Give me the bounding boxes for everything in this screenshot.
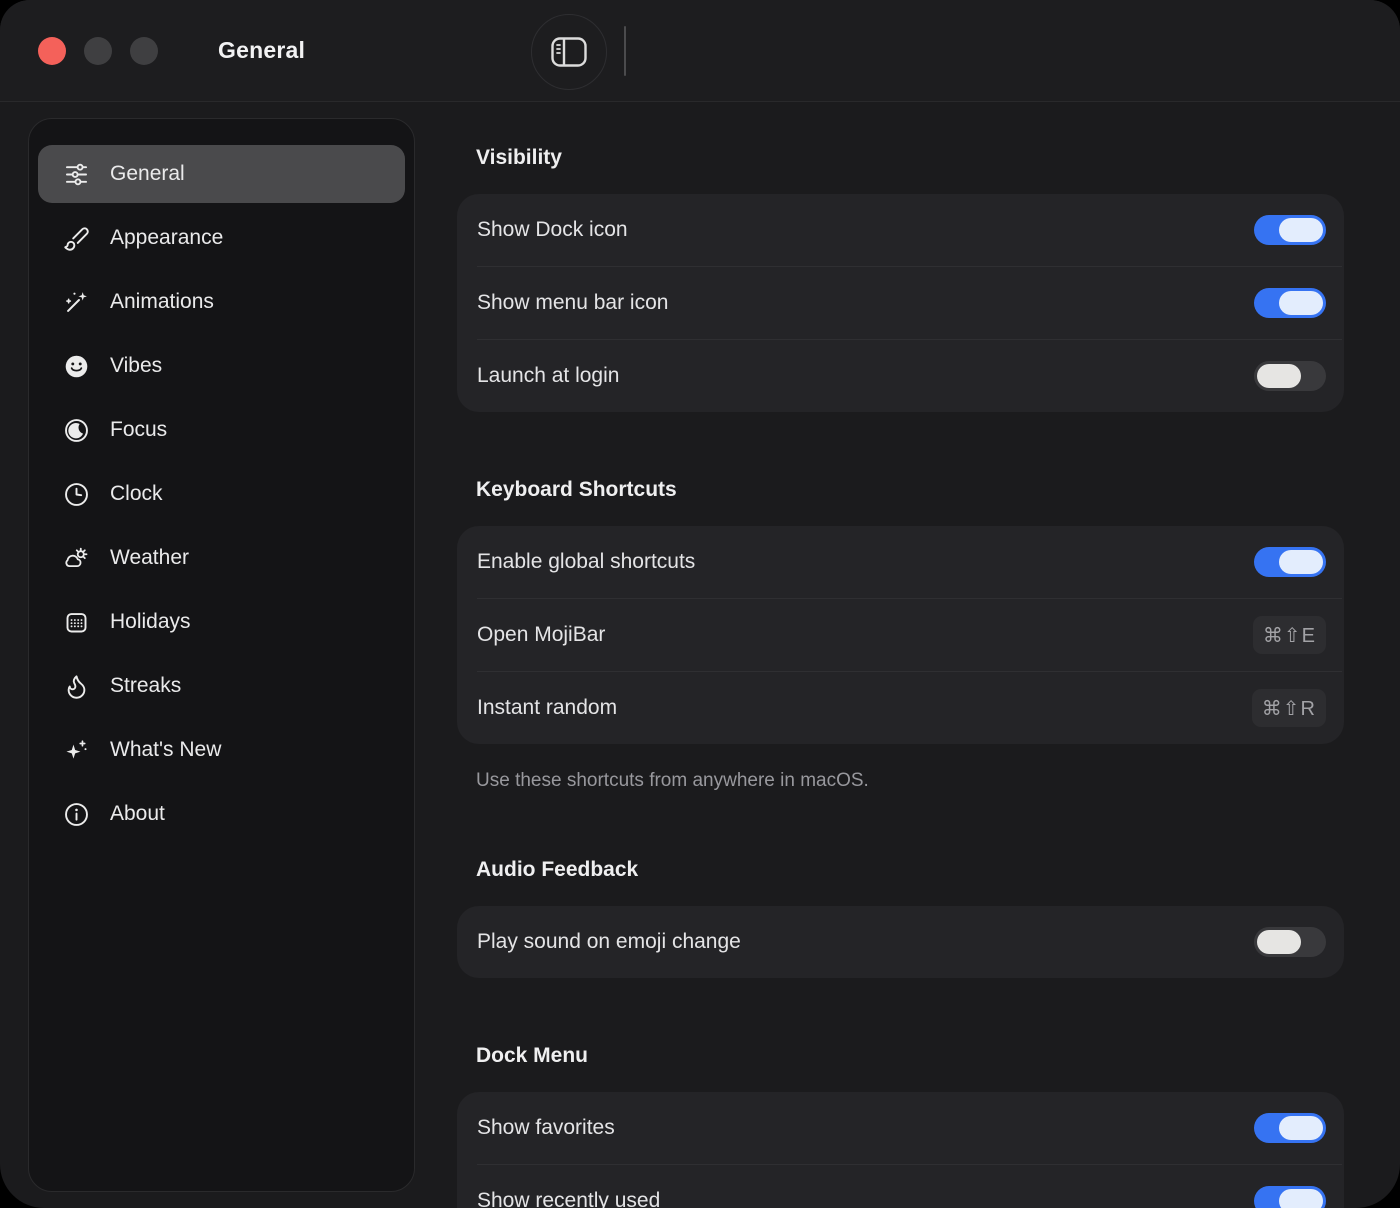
sidebar-item-label: Appearance xyxy=(110,226,223,250)
settings-window: General xyxy=(0,0,1400,1208)
show-dock-icon-toggle[interactable] xyxy=(1254,215,1326,245)
toolbar-separator xyxy=(624,26,626,76)
setting-label: Enable global shortcuts xyxy=(477,550,1254,574)
sidebar-item-about[interactable]: About xyxy=(38,785,405,843)
moon-icon xyxy=(62,417,90,444)
toggle-sidebar-button[interactable] xyxy=(531,14,607,90)
section-title: Visibility xyxy=(476,146,1344,170)
section-visibility: Visibility Show Dock icon Show menu bar … xyxy=(457,146,1344,412)
settings-card: Show Dock icon Show menu bar icon Launch… xyxy=(457,194,1344,412)
window-title: General xyxy=(218,0,305,101)
sidebar-item-label: About xyxy=(110,802,165,826)
close-button[interactable] xyxy=(38,37,66,65)
setting-row: Show favorites xyxy=(457,1092,1344,1164)
sidebar-item-label: Animations xyxy=(110,290,214,314)
setting-row: Show Dock icon xyxy=(457,194,1344,266)
toggle-knob xyxy=(1279,291,1323,315)
zoom-button[interactable] xyxy=(130,37,158,65)
sidebar: General Appearance xyxy=(28,118,415,1192)
setting-label: Play sound on emoji change xyxy=(477,930,1254,954)
section-title: Audio Feedback xyxy=(476,858,1344,882)
toggle-knob xyxy=(1257,364,1301,388)
sidebar-item-label: Focus xyxy=(110,418,167,442)
sidebar-item-appearance[interactable]: Appearance xyxy=(38,209,405,267)
setting-label: Show recently used xyxy=(477,1189,1254,1208)
sidebar-item-label: What's New xyxy=(110,738,221,762)
section-audio-feedback: Audio Feedback Play sound on emoji chang… xyxy=(457,858,1344,978)
setting-label: Instant random xyxy=(477,696,1252,720)
setting-label: Show menu bar icon xyxy=(477,291,1254,315)
play-sound-toggle[interactable] xyxy=(1254,927,1326,957)
sidebar-item-general[interactable]: General xyxy=(38,145,405,203)
sidebar-item-weather[interactable]: Weather xyxy=(38,529,405,587)
show-favorites-toggle[interactable] xyxy=(1254,1113,1326,1143)
info-icon xyxy=(62,801,90,828)
setting-row: Enable global shortcuts xyxy=(457,526,1344,598)
sidebar-item-label: Clock xyxy=(110,482,163,506)
settings-card: Show favorites Show recently used xyxy=(457,1092,1344,1208)
sidebar-item-label: Vibes xyxy=(110,354,162,378)
instant-random-shortcut-badge[interactable]: ⌘⇧R xyxy=(1252,689,1326,727)
show-recently-used-toggle[interactable] xyxy=(1254,1186,1326,1208)
launch-at-login-toggle[interactable] xyxy=(1254,361,1326,391)
toggle-knob xyxy=(1279,550,1323,574)
sidebar-item-animations[interactable]: Animations xyxy=(38,273,405,331)
enable-global-shortcuts-toggle[interactable] xyxy=(1254,547,1326,577)
sidebar-item-holidays[interactable]: Holidays xyxy=(38,593,405,651)
setting-label: Launch at login xyxy=(477,364,1254,388)
open-mojibar-shortcut-badge[interactable]: ⌘⇧E xyxy=(1253,616,1326,654)
traffic-lights xyxy=(38,37,158,65)
setting-label: Show Dock icon xyxy=(477,218,1254,242)
setting-label: Show favorites xyxy=(477,1116,1254,1140)
section-title: Dock Menu xyxy=(476,1044,1344,1068)
sidebar-item-whats-new[interactable]: What's New xyxy=(38,721,405,779)
sidebar-item-vibes[interactable]: Vibes xyxy=(38,337,405,395)
sidebar-item-label: Streaks xyxy=(110,674,181,698)
sparkles-icon xyxy=(62,737,90,764)
sliders-icon xyxy=(62,161,90,188)
toggle-knob xyxy=(1257,930,1301,954)
setting-row: Show menu bar icon xyxy=(457,267,1344,339)
sun-cloud-icon xyxy=(62,545,90,572)
section-title: Keyboard Shortcuts xyxy=(476,478,1344,502)
setting-row: Play sound on emoji change xyxy=(457,906,1344,978)
sidebar-item-focus[interactable]: Focus xyxy=(38,401,405,459)
flame-icon xyxy=(62,673,90,700)
calendar-icon xyxy=(62,609,90,636)
wand-icon xyxy=(62,289,90,316)
section-keyboard-shortcuts: Keyboard Shortcuts Enable global shortcu… xyxy=(457,478,1344,792)
setting-row: Open MojiBar ⌘⇧E xyxy=(457,599,1344,671)
sidebar-item-streaks[interactable]: Streaks xyxy=(38,657,405,715)
sidebar-toggle-icon xyxy=(550,36,588,68)
toggle-knob xyxy=(1279,218,1323,242)
toggle-knob xyxy=(1279,1116,1323,1140)
minimize-button[interactable] xyxy=(84,37,112,65)
setting-row: Instant random ⌘⇧R xyxy=(457,672,1344,744)
shortcuts-footnote: Use these shortcuts from anywhere in mac… xyxy=(476,770,1344,792)
smiley-icon xyxy=(62,353,90,380)
settings-card: Play sound on emoji change xyxy=(457,906,1344,978)
sidebar-item-clock[interactable]: Clock xyxy=(38,465,405,523)
sidebar-item-label: Weather xyxy=(110,546,189,570)
settings-content: Visibility Show Dock icon Show menu bar … xyxy=(415,102,1400,1208)
toggle-knob xyxy=(1279,1189,1323,1208)
show-menu-bar-icon-toggle[interactable] xyxy=(1254,288,1326,318)
sidebar-item-label: Holidays xyxy=(110,610,191,634)
titlebar: General xyxy=(0,0,1400,102)
section-dock-menu: Dock Menu Show favorites Show recently u… xyxy=(457,1044,1344,1208)
settings-card: Enable global shortcuts Open MojiBar ⌘⇧E… xyxy=(457,526,1344,744)
setting-row: Launch at login xyxy=(457,340,1344,412)
setting-row: Show recently used xyxy=(457,1165,1344,1208)
paintbrush-icon xyxy=(62,225,90,252)
sidebar-item-label: General xyxy=(110,162,185,186)
clock-icon xyxy=(62,481,90,508)
setting-label: Open MojiBar xyxy=(477,623,1253,647)
